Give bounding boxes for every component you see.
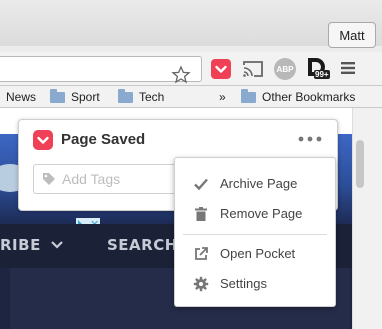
pocket-logo-icon	[33, 130, 53, 150]
more-options-icon[interactable]	[297, 132, 323, 146]
hamburger-menu-icon[interactable]	[340, 61, 356, 75]
menu-item-label: Open Pocket	[220, 246, 296, 261]
checkmark-icon	[194, 178, 208, 191]
title-bar: Matt	[0, 0, 382, 48]
folder-icon	[118, 88, 133, 103]
folder-icon	[50, 88, 65, 103]
disconnect-icon[interactable]: 99+	[305, 56, 330, 82]
add-tags-placeholder: Add Tags	[62, 171, 121, 187]
overflow-chevron-icon: »	[219, 90, 226, 104]
site-nav-subscribe[interactable]: RIBE	[0, 236, 63, 254]
menu-item-remove-page[interactable]: Remove Page	[175, 201, 335, 227]
cast-icon[interactable]	[242, 59, 264, 79]
folder-icon	[241, 88, 256, 103]
trash-icon	[195, 207, 207, 221]
bookmark-folder-tech[interactable]: Tech	[118, 88, 165, 104]
bookmark-label: Other Bookmarks	[262, 90, 356, 104]
pocket-icon[interactable]	[211, 59, 231, 79]
bookmark-folder-sport[interactable]: Sport	[50, 88, 100, 104]
bookmark-folder-other[interactable]: Other Bookmarks	[241, 88, 356, 104]
menu-item-open-pocket[interactable]: Open Pocket	[175, 241, 335, 267]
bookmark-label: Tech	[139, 90, 165, 104]
profile-button[interactable]: Matt	[328, 22, 376, 48]
chevron-down-icon	[50, 241, 63, 249]
bookmark-label: Sport	[71, 90, 100, 104]
nav-label: RIBE	[0, 236, 41, 254]
bookmarks-overflow-button[interactable]: »	[219, 90, 226, 104]
menu-item-settings[interactable]: Settings	[175, 271, 335, 297]
site-nav-search[interactable]: SEARCH	[107, 236, 178, 254]
scrollbar-thumb[interactable]	[356, 140, 364, 188]
adblock-plus-icon[interactable]: ABP	[274, 58, 296, 80]
menu-item-label: Remove Page	[220, 206, 303, 221]
browser-window: Matt ABP 99+ News Sport Tech » Other Boo…	[0, 0, 382, 329]
tag-icon	[43, 173, 55, 185]
abp-label: ABP	[276, 64, 294, 74]
gear-icon	[193, 276, 209, 292]
bookmark-label: News	[6, 90, 37, 104]
panel-title: Page Saved	[61, 131, 146, 148]
menu-item-label: Archive Page	[220, 176, 298, 191]
menu-divider	[183, 234, 327, 235]
external-link-icon	[195, 247, 208, 260]
menu-item-label: Settings	[220, 276, 267, 291]
pocket-options-menu: Archive Page Remove Page Open Pocket Set…	[174, 157, 336, 307]
address-bar[interactable]	[0, 56, 202, 85]
bookmarks-bar: News Sport Tech » Other Bookmarks	[0, 86, 382, 108]
menu-item-archive-page[interactable]: Archive Page	[175, 171, 335, 197]
star-icon[interactable]	[171, 65, 191, 85]
bookmark-news[interactable]: News	[6, 90, 36, 104]
disconnect-count-badge: 99+	[314, 70, 330, 79]
